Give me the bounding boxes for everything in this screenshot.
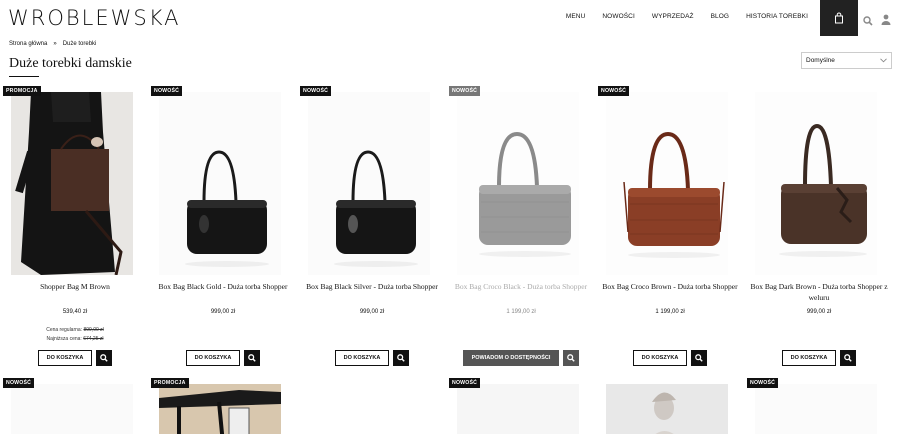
product-name[interactable]: Box Bag Dark Brown - Duża torba Shopper … [747,281,891,303]
product-actions: DO KOSZYKA [598,350,742,366]
search-icon [397,354,406,362]
product-name[interactable]: Box Bag Croco Brown - Duża torba Shopper [598,281,742,292]
quick-view-button[interactable] [840,350,857,366]
nav-item-blog[interactable]: BLOG [711,13,729,20]
product-name[interactable]: Shopper Bag M Brown [3,281,147,292]
brand-logo[interactable]: WROBLEWSKA [8,6,180,30]
product-image[interactable] [755,92,877,275]
product-image[interactable] [606,384,728,434]
sort-selected: Domyślne [806,57,835,64]
product-image[interactable] [308,92,430,275]
product-card[interactable] [598,378,742,434]
notify-availability-button[interactable]: POWIADOM O DOSTĘPNOŚCI [462,350,560,366]
main-nav: MENU NOWOŚCI WYPRZEDAŻ BLOG HISTORIA TOR… [549,13,808,20]
quick-view-button[interactable] [563,350,580,366]
product-price: 999,00 zł [359,309,385,315]
nav-item-nowosci[interactable]: NOWOŚCI [602,13,634,20]
search-icon [100,354,109,362]
product-name[interactable]: Box Bag Black Silver - Duża torba Shoppe… [300,281,444,292]
nav-item-wyprzedaz[interactable]: WYPRZEDAŻ [652,13,694,20]
search-icon [248,354,257,362]
regular-price-label: Cena regularna: [46,327,83,333]
product-price: 1 199,00 zł [506,309,536,315]
product-actions: DO KOSZYKA [747,350,891,366]
product-badge: NOWOŚĆ [300,86,332,96]
nav-item-historia[interactable]: HISTORIA TOREBKI [746,13,808,20]
breadcrumb-current: Duże torebki [62,41,97,47]
product-name[interactable]: Box Bag Croco Black - Duża torba Shopper [449,281,593,292]
breadcrumb: Strona główna » Duże torebki [9,41,96,47]
product-image[interactable] [457,384,579,434]
chevron-down-icon [880,58,887,63]
nav-item-menu[interactable]: MENU [566,13,586,20]
product-image[interactable] [606,92,728,275]
quick-view-button[interactable] [244,350,261,366]
product-badge: PROMOCJA [151,378,189,388]
product-card[interactable]: NOWOŚĆ [3,378,147,434]
product-card[interactable]: NOWOŚĆ [449,378,593,434]
product-image[interactable] [159,384,281,434]
site-header: WROBLEWSKA MENU NOWOŚCI WYPRZEDAŻ BLOG H… [0,0,900,36]
user-icon[interactable] [881,12,891,30]
breadcrumb-home[interactable]: Strona główna [9,41,47,47]
page-title: Duże torebki damskie [9,56,132,71]
product-name[interactable]: Box Bag Black Gold - Duża torba Shopper [151,281,295,292]
product-actions: DO KOSZYKA [151,350,295,366]
title-underline [9,76,39,77]
product-badge: NOWOŚĆ [598,86,630,96]
regular-price: 899,00 zł [83,327,104,333]
add-to-cart-button[interactable]: DO KOSZYKA [185,350,241,366]
quick-view-button[interactable] [691,350,708,366]
quick-view-button[interactable] [393,350,410,366]
product-price: 1 199,00 zł [655,309,685,315]
search-icon [567,354,576,362]
price-history: Cena regularna: 899,00 zł Najniższa cena… [3,326,147,344]
search-icon [844,354,853,362]
product-badge: NOWOŚĆ [3,378,35,388]
add-to-cart-button[interactable]: DO KOSZYKA [37,350,93,366]
search-icon [695,354,704,362]
shopping-bag-icon [835,12,843,24]
product-card[interactable]: PROMOCJA [151,378,295,434]
product-badge: NOWOŚĆ [449,86,481,96]
product-image[interactable] [755,384,877,434]
lowest-price: 674,25 zł [83,336,104,342]
cart-button[interactable] [820,0,858,36]
product-badge: PROMOCJA [3,86,41,96]
add-to-cart-button[interactable]: DO KOSZYKA [781,350,837,366]
product-badge: NOWOŚĆ [747,378,779,388]
product-actions: DO KOSZYKA [300,350,444,366]
product-image[interactable] [11,92,133,275]
product-image[interactable] [159,92,281,275]
add-to-cart-button[interactable]: DO KOSZYKA [632,350,688,366]
product-badge: NOWOŚĆ [449,378,481,388]
sort-select[interactable]: Domyślne [801,52,892,69]
product-price: 999,00 zł [806,309,832,315]
product-actions: DO KOSZYKA [3,350,147,366]
product-actions: POWIADOM O DOSTĘPNOŚCI [449,350,593,366]
product-card[interactable]: NOWOŚĆ [747,378,891,434]
product-badge: NOWOŚĆ [151,86,183,96]
quick-view-button[interactable] [96,350,113,366]
product-image[interactable] [457,92,579,275]
product-price: 999,00 zł [210,309,236,315]
add-to-cart-button[interactable]: DO KOSZYKA [334,350,390,366]
search-icon[interactable] [863,13,873,31]
product-price: 539,40 zł [62,309,88,315]
breadcrumb-separator: » [53,41,57,47]
product-image[interactable] [11,384,133,434]
lowest-price-label: Najniższa cena: [46,336,82,342]
